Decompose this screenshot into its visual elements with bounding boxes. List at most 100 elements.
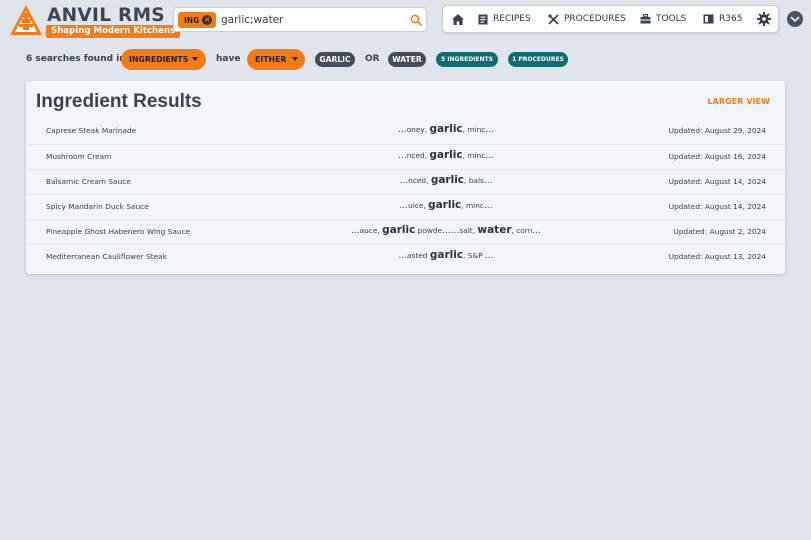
result-name[interactable]: Mushroom Cream [46, 152, 111, 161]
snippet-text: ... [483, 176, 493, 186]
nav-r365[interactable]: R365 [703, 6, 742, 32]
nav-home[interactable] [452, 6, 464, 32]
procedures-count-badge[interactable]: 1 PROCEDURES [508, 52, 568, 67]
chef-anvil-logo-icon [10, 5, 42, 35]
app-tagline: Shaping Modern Kitchens [46, 25, 181, 38]
app-name: ANVIL RMS [47, 5, 165, 26]
snippet-text: ... [485, 151, 494, 161]
match-mode-label: EITHER [255, 55, 287, 64]
table-row[interactable]: Balsamic Cream Sauce... nced, garlic, bal… [26, 169, 785, 194]
result-updated-date: Updated: August 13, 2024 [668, 252, 766, 261]
snippet-text: ... [398, 151, 407, 161]
menu-toggle-button[interactable] [787, 11, 803, 27]
result-snippet: ... auce, garlic powde...... salt, water, … [226, 224, 666, 240]
gear-icon [757, 12, 771, 26]
result-name[interactable]: Balsamic Cream Sauce [46, 177, 131, 186]
snippet-text: ... [532, 226, 541, 236]
or-label: OR [365, 54, 380, 64]
result-name[interactable]: Spicy Mandarin Duck Sauce [46, 202, 149, 211]
nav-recipes[interactable]: RECIPES [478, 6, 531, 32]
snippet-match: water [477, 224, 512, 236]
search-term-badge: GARLIC [315, 52, 355, 67]
table-row[interactable]: Caprese Steak Marinade ... oney, garlic, m… [26, 119, 785, 144]
search-chip-label: ING [184, 15, 200, 25]
snippet-text: nced, [408, 176, 431, 185]
nav-recipes-label: RECIPES [493, 14, 531, 24]
snippet-text: , S&P [463, 251, 486, 260]
have-label: have [216, 54, 241, 64]
chevron-down-icon [790, 16, 800, 23]
search-input[interactable] [221, 11, 401, 29]
nav-procedures[interactable]: PROCEDURES [548, 6, 626, 32]
snippet-text: ... [485, 251, 494, 261]
snippet-match: garlic [429, 249, 464, 261]
ingredients-count-badge[interactable]: 5 INGREDIENTS [436, 52, 498, 67]
result-updated-date: Updated: August 29, 2024 [668, 126, 766, 135]
home-icon [452, 13, 464, 25]
result-snippet: ... asted garlic, S&P ... [226, 249, 666, 265]
result-name[interactable]: Mediterranean Cauliflower Steak [46, 252, 167, 261]
snippet-text: oney, [406, 125, 430, 134]
snippet-text: , minc [462, 151, 486, 160]
nav-tools-label: TOOLS [656, 14, 687, 24]
snippet-text: , corn [511, 226, 533, 235]
snippet-text: auce, [359, 226, 383, 235]
toolbox-icon [640, 14, 651, 24]
result-updated-date: Updated: August 14, 2024 [668, 202, 766, 211]
search-filter-chip[interactable]: ING × [178, 12, 217, 28]
snippet-text: , bals [464, 176, 484, 185]
search-summary: 6 searches found in [26, 54, 126, 64]
snippet-text: ... [483, 201, 493, 211]
snippet-text: uice, [408, 201, 429, 210]
search-filter-row: 6 searches found in INGREDIENTS have EIT… [0, 49, 811, 71]
snippet-text: powde [415, 226, 443, 235]
nav-procedures-label: PROCEDURES [564, 14, 626, 24]
result-snippet: ... oney, garlic, minc... [226, 123, 666, 139]
snippet-text: ... [485, 125, 494, 135]
snippet-text: ... [398, 125, 407, 135]
caret-down-icon [292, 57, 298, 61]
caret-down-icon [192, 57, 198, 61]
main-nav: RECIPES PROCEDURES TOOLS R365 [442, 5, 779, 33]
nav-tools[interactable]: TOOLS [640, 6, 686, 32]
snippet-text: asted [406, 251, 430, 260]
result-updated-date: Updated: August 16, 2024 [668, 152, 766, 161]
snippet-match: garlic [430, 174, 465, 186]
snippet-text: ... [399, 201, 409, 211]
table-row[interactable]: Pineapple Ghost Habenero Wing Sauce... au… [26, 219, 785, 244]
scope-dropdown-label: INGREDIENTS [129, 55, 189, 64]
table-row[interactable]: Mediterranean Cauliflower Steak ... asted … [26, 244, 785, 269]
snippet-text: ... [399, 176, 409, 186]
table-row[interactable]: Mushroom Cream ... nced, garlic, minc... Up… [26, 144, 785, 169]
utensils-icon [548, 13, 559, 25]
search-term-badge: WATER [388, 52, 426, 67]
scope-dropdown[interactable]: INGREDIENTS [121, 49, 206, 70]
search-bar: ING × [173, 7, 427, 32]
result-name[interactable]: Pineapple Ghost Habenero Wing Sauce [46, 227, 190, 236]
search-icon[interactable] [410, 14, 422, 26]
nav-settings[interactable] [757, 6, 771, 32]
match-mode-dropdown[interactable]: EITHER [247, 49, 305, 70]
result-name[interactable]: Caprese Steak Marinade [46, 126, 136, 135]
result-updated-date: Updated: August 14, 2024 [668, 177, 766, 186]
result-snippet: ... nced, garlic, bals... [226, 174, 666, 190]
larger-view-link[interactable]: LARGER VIEW [707, 97, 770, 106]
recipe-book-icon [478, 14, 488, 24]
results-title: Ingredient Results [36, 91, 202, 112]
table-row[interactable]: Spicy Mandarin Duck Sauce... uice, garlic… [26, 194, 785, 219]
snippet-text: ... [351, 226, 360, 236]
snippet-text: , minc [462, 125, 486, 134]
result-snippet: ... nced, garlic, minc... [226, 149, 666, 165]
snippet-match: garlic [428, 199, 462, 211]
result-updated-date: Updated: August 2, 2024 [673, 227, 766, 236]
snippet-text: , minc [461, 201, 484, 210]
app-logo[interactable]: ANVIL RMS Shaping Modern Kitchens [9, 4, 181, 38]
snippet-text: ...... [442, 226, 460, 236]
snippet-text: nced, [406, 151, 430, 160]
result-snippet: ... uice, garlic, minc... [226, 199, 666, 215]
close-circle-icon[interactable]: × [202, 15, 213, 25]
snippet-text: ... [398, 251, 407, 261]
snippet-text: salt, [459, 226, 478, 235]
r365-icon [703, 14, 714, 24]
ingredient-results-card: Ingredient Results LARGER VIEW Caprese S… [26, 81, 785, 274]
